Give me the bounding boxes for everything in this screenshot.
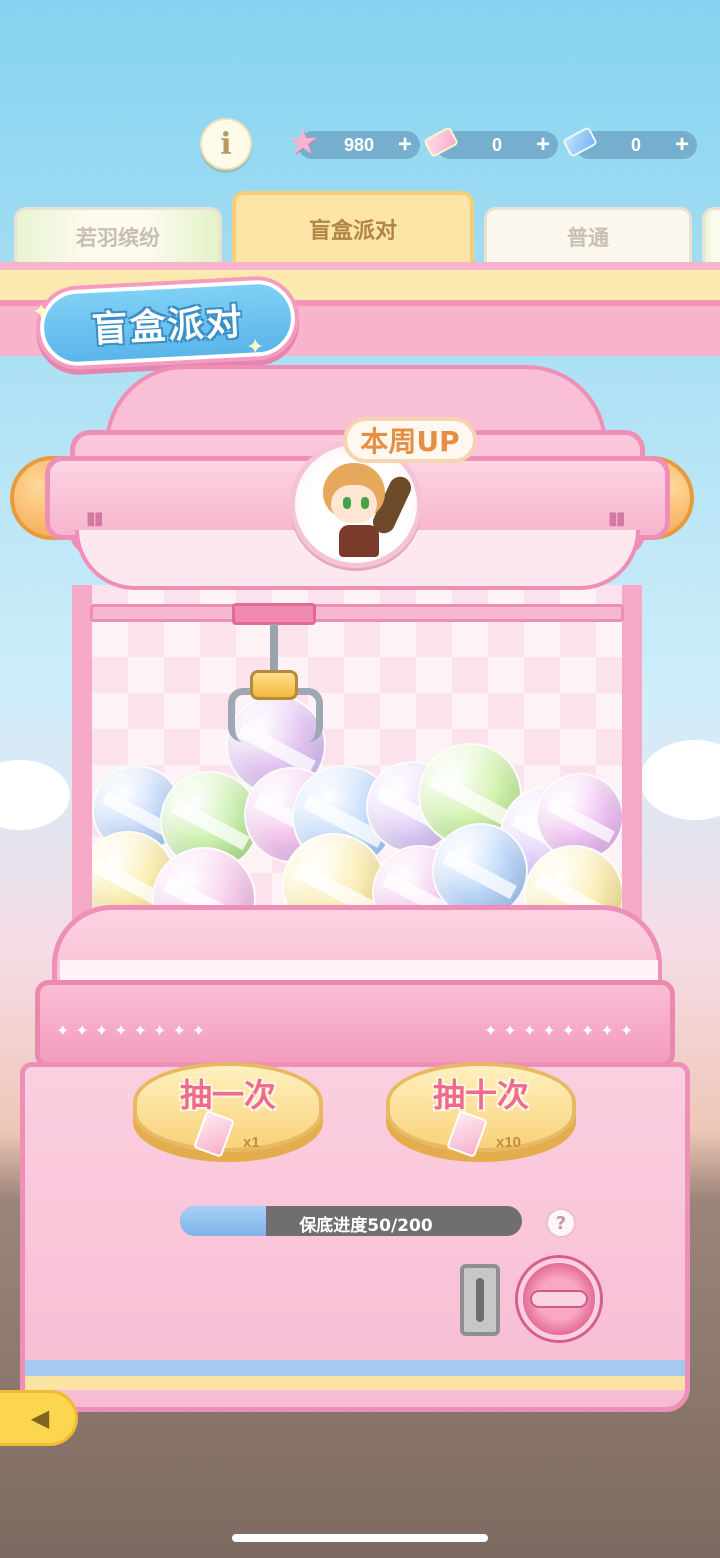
- weekly-up-tag: 本周UP: [343, 417, 477, 463]
- help-button[interactable]: ?: [546, 1208, 576, 1238]
- crank-handle: [530, 1290, 588, 1308]
- pity-progress-text: 保底进度50/200: [299, 1216, 433, 1236]
- blue-ticket-add-button[interactable]: +: [675, 132, 689, 158]
- home-indicator[interactable]: [232, 1534, 488, 1542]
- star-currency-value: 980: [343, 135, 375, 155]
- tab-normal[interactable]: 普通: [484, 207, 692, 263]
- pink-ticket-value: 0: [491, 135, 502, 155]
- cabinet-stripe-yellow: [25, 1376, 685, 1390]
- claw-rod: [270, 624, 278, 674]
- coin-slot: [460, 1264, 500, 1336]
- claw-carriage: [232, 603, 316, 625]
- sparkle-icon: ✦: [32, 300, 51, 325]
- sparkle-row-icon: ✦✦✦✦✦✦✦✦: [56, 1021, 212, 1040]
- back-button[interactable]: ◀: [0, 1390, 78, 1446]
- tab-more[interactable]: [702, 207, 720, 263]
- vent-icon: ▮▮: [86, 508, 104, 529]
- star-currency: ★ 980 +: [290, 126, 420, 159]
- tab-ruoyu[interactable]: 若羽缤纷: [14, 207, 222, 263]
- pink-ticket-currency: 0 +: [423, 126, 558, 159]
- cloud-decoration: [640, 740, 720, 820]
- pink-ticket-icon: [423, 125, 459, 159]
- draw-once-label: 抽一次: [179, 1076, 276, 1114]
- info-icon: i: [220, 126, 232, 162]
- draw-once-cost: x1: [243, 1134, 260, 1151]
- draw-once-button[interactable]: 抽一次 x1: [133, 1062, 323, 1158]
- draw-ten-cost: x10: [496, 1134, 522, 1151]
- blue-ticket-icon: [562, 125, 598, 159]
- tab-blind-box-party[interactable]: 盲盒派对: [232, 191, 474, 263]
- blue-ticket-value: 0: [630, 135, 641, 155]
- blue-ticket-currency: 0 +: [562, 126, 697, 159]
- draw-ten-button[interactable]: 抽十次 x10: [386, 1062, 576, 1158]
- star-currency-add-button[interactable]: +: [398, 132, 412, 158]
- cloud-decoration: [0, 760, 70, 830]
- info-button[interactable]: i: [200, 118, 252, 170]
- sparkle-icon: ✦: [246, 335, 265, 360]
- back-arrow-icon: ◀: [30, 1404, 50, 1432]
- pity-progress-bar: 保底进度50/200: [180, 1206, 522, 1236]
- claw-rail: [90, 604, 624, 622]
- machine-counter-edge: [60, 960, 658, 980]
- sparkle-row-icon: ✦✦✦✦✦✦✦✦: [484, 1021, 640, 1040]
- claw-icon: [250, 670, 298, 700]
- claw-arm-right: [293, 688, 323, 742]
- pink-ticket-add-button[interactable]: +: [536, 132, 550, 158]
- machine-band: ✦✦✦✦✦✦✦✦ ✦✦✦✦✦✦✦✦: [35, 980, 675, 1068]
- machine-window: [72, 585, 642, 930]
- vent-icon: ▮▮: [608, 508, 626, 529]
- draw-ten-label: 抽十次: [432, 1076, 529, 1114]
- star-currency-icon: ★: [289, 125, 317, 159]
